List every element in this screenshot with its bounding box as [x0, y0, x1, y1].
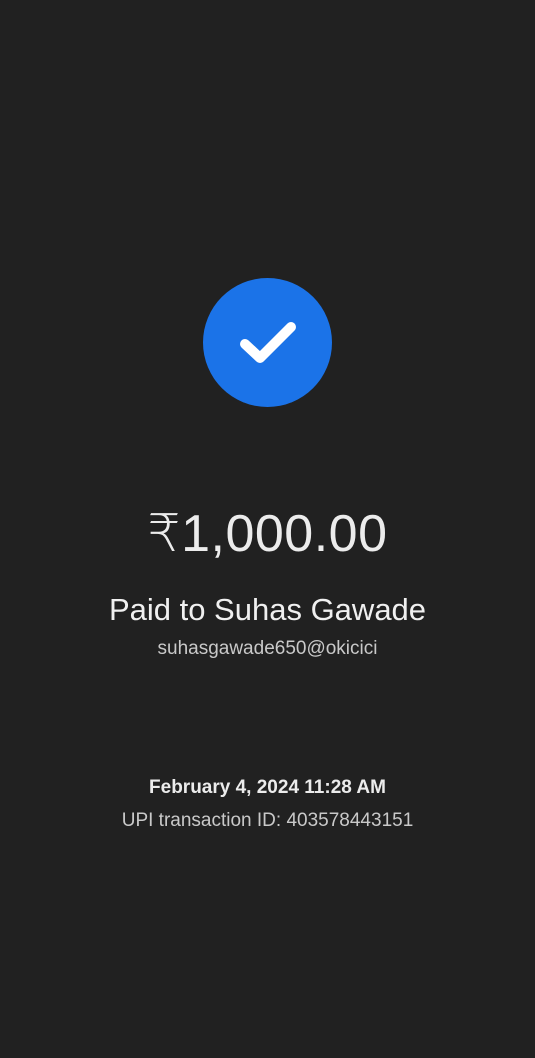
payee-name: Paid to Suhas Gawade	[108, 592, 427, 627]
check-icon	[240, 322, 296, 363]
transaction-id: UPI transaction ID: 403578443151	[121, 810, 414, 831]
payment-success-screen: ₹1,000.00 Paid to Suhas Gawade suhasgawa…	[0, 0, 535, 1058]
transaction-datetime: February 4, 2024 11:28 AM	[149, 777, 386, 798]
payee-upi-id: suhasgawade650@okicici	[157, 638, 378, 659]
success-badge	[203, 278, 332, 407]
payment-amount: ₹1,000.00	[147, 505, 388, 563]
